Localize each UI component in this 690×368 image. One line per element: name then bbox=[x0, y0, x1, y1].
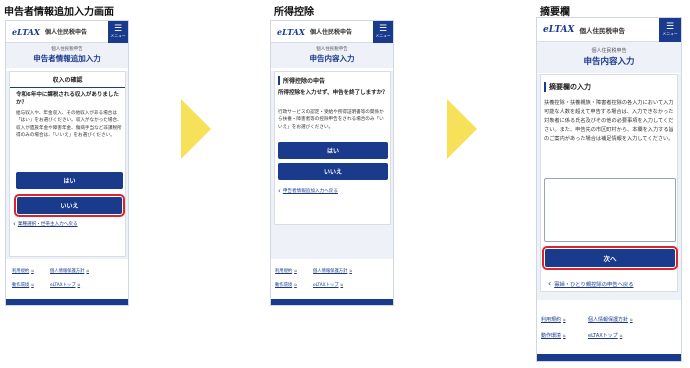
stage: 申告者情報追加入力画面 所得控除 摘要欄 eLTAX 個人住民税申告 ☰ メニュ… bbox=[0, 0, 690, 368]
caption-screen1: 申告者情報追加入力画面 bbox=[4, 7, 114, 18]
hamburger-icon: ☰ bbox=[665, 22, 675, 32]
app-title: 個人住民税申告 bbox=[45, 29, 88, 36]
external-link-icon: ⧉ bbox=[619, 334, 623, 338]
no-button[interactable]: いいえ bbox=[278, 163, 388, 180]
section-title: 所得控除の申告 bbox=[278, 76, 325, 85]
yes-button[interactable]: はい bbox=[278, 142, 388, 159]
footer-link-terms[interactable]: 利用規約 ⧉ bbox=[275, 268, 297, 274]
external-link-icon: ⧉ bbox=[294, 283, 297, 287]
top-bar: eLTAX 個人住民税申告 ☰ メニュー bbox=[6, 21, 128, 43]
caption-screen3: 摘要欄 bbox=[540, 7, 570, 18]
header-subtitle: 個人住民税申告 bbox=[591, 48, 627, 54]
transition-arrow-1 bbox=[181, 99, 211, 159]
next-button[interactable]: 次へ bbox=[542, 246, 678, 270]
header-subtitle: 個人住民税申告 bbox=[51, 47, 83, 52]
menu-label: メニュー bbox=[375, 33, 391, 38]
hamburger-icon: ☰ bbox=[113, 24, 123, 34]
external-link-icon: ⧉ bbox=[31, 283, 34, 287]
top-bar: eLTAX 個人住民税申告 ☰ メニュー bbox=[271, 21, 393, 43]
menu-button[interactable]: ☰ メニュー bbox=[108, 21, 128, 43]
header-subtitle: 個人住民税申告 bbox=[316, 47, 348, 52]
footer-link-environment[interactable]: 動作環境 ⧉ bbox=[275, 282, 297, 288]
back-link[interactable]: ‹ 寡婦・ひとり親控除の申告へ戻る bbox=[548, 279, 634, 288]
footer-link-eltax-top[interactable]: eLTAXトップ ⧉ bbox=[313, 282, 343, 288]
panel-title: 収入の確認 bbox=[10, 72, 125, 88]
transition-arrow-2 bbox=[447, 99, 477, 159]
remarks-panel: 摘要欄の入力 扶養控除・扶養親族・障害者控除の各入力において入力可能な人数を超え… bbox=[540, 74, 678, 292]
section-title: 摘要欄の入力 bbox=[544, 82, 591, 92]
caption-screen2: 所得控除 bbox=[274, 7, 314, 18]
eltax-logo: eLTAX bbox=[277, 26, 305, 37]
back-link-label: 寡婦・ひとり親控除の申告へ戻る bbox=[554, 281, 634, 288]
income-explanation: 給与収入や、年金収入、その他収入がある場合は「はい」をお選びください。収入がなか… bbox=[16, 111, 122, 139]
page-header: 個人住民税申告 申告内容入力 bbox=[271, 43, 393, 68]
external-link-icon: ⧉ bbox=[31, 269, 34, 273]
footer-area bbox=[537, 300, 681, 361]
bottom-bar bbox=[271, 299, 393, 305]
eltax-logo: eLTAX bbox=[12, 26, 40, 37]
menu-label: メニュー bbox=[110, 33, 126, 38]
page-title: 申告者情報追加入力 bbox=[33, 54, 101, 63]
external-link-icon: ⧉ bbox=[563, 318, 566, 322]
yes-button[interactable]: はい bbox=[16, 172, 123, 189]
income-question: 令和6年中に課税される収入がありましたか？ bbox=[16, 92, 119, 106]
page-header: 個人住民税申告 申告内容入力 bbox=[537, 42, 681, 73]
phone-screen-3: eLTAX 個人住民税申告 ☰ メニュー 個人住民税申告 申告内容入力 摘要欄の… bbox=[536, 17, 682, 362]
chevron-left-icon: ‹ bbox=[548, 279, 552, 288]
chevron-left-icon: ‹ bbox=[13, 220, 16, 228]
external-link-icon: ⧉ bbox=[630, 318, 633, 322]
footer-link-environment[interactable]: 動作環境 ⧉ bbox=[12, 282, 34, 288]
footer-link-environment[interactable]: 動作環境 ⧉ bbox=[541, 332, 566, 339]
external-link-icon: ⧉ bbox=[77, 283, 81, 287]
footer-link-privacy[interactable]: 個人情報保護方針 ⧉ bbox=[313, 268, 352, 274]
page-header: 個人住民税申告 申告者情報追加入力 bbox=[6, 43, 128, 68]
back-link[interactable]: ‹ 申告者情報追加入力へ戻る bbox=[278, 187, 338, 195]
phone-screen-2: eLTAX 個人住民税申告 ☰ メニュー 個人住民税申告 申告内容入力 所得控除… bbox=[270, 20, 394, 306]
top-bar: eLTAX 個人住民税申告 ☰ メニュー bbox=[537, 18, 681, 42]
app-title: 個人住民税申告 bbox=[579, 26, 626, 35]
external-link-icon: ⧉ bbox=[340, 283, 344, 287]
external-link-icon: ⧉ bbox=[86, 269, 89, 273]
footer-link-terms[interactable]: 利用規約 ⧉ bbox=[12, 268, 34, 274]
app-title: 個人住民税申告 bbox=[310, 29, 353, 36]
footer-link-eltax-top[interactable]: eLTAXトップ ⧉ bbox=[588, 332, 622, 339]
bottom-bar bbox=[6, 299, 128, 305]
back-link-label: 業種選択・世帯主入力へ戻る bbox=[17, 222, 78, 227]
footer-link-privacy[interactable]: 個人情報保護方針 ⧉ bbox=[50, 268, 89, 274]
menu-button[interactable]: ☰ メニュー bbox=[373, 21, 393, 43]
remarks-explanation: 扶養控除・扶養親族・障害者控除の各入力において入力可能な人数を超えて申告する場合… bbox=[544, 100, 674, 142]
eltax-logo: eLTAX bbox=[543, 24, 575, 35]
chevron-left-icon: ‹ bbox=[278, 187, 281, 195]
income-panel: 収入の確認 令和6年中に課税される収入がありましたか？ 給与収入や、年金収入、そ… bbox=[9, 71, 126, 257]
bottom-bar bbox=[537, 354, 681, 361]
back-link[interactable]: ‹ 業種選択・世帯主入力へ戻る bbox=[13, 220, 78, 228]
footer-link-terms[interactable]: 利用規約 ⧉ bbox=[541, 316, 566, 323]
page-title: 申告内容入力 bbox=[583, 57, 635, 67]
deduction-question: 所得控除を入力せず、申告を終了しますか？ bbox=[278, 90, 388, 96]
remarks-textarea[interactable] bbox=[544, 178, 676, 242]
menu-label: メニュー bbox=[662, 31, 678, 36]
back-link-label: 申告者情報追加入力へ戻る bbox=[282, 189, 338, 194]
no-button[interactable]: いいえ bbox=[14, 194, 125, 217]
menu-button[interactable]: ☰ メニュー bbox=[659, 18, 681, 42]
external-link-icon: ⧉ bbox=[349, 269, 352, 273]
deduction-explanation: 行政サービスの認定・受給や所得証明書等の関係から扶養・障害者等の控除申告をされる… bbox=[278, 110, 384, 130]
deduction-panel: 所得控除の申告 所得控除を入力せず、申告を終了しますか？ 行政サービスの認定・受… bbox=[274, 71, 391, 225]
external-link-icon: ⧉ bbox=[563, 334, 566, 338]
footer-link-eltax-top[interactable]: eLTAXトップ ⧉ bbox=[50, 282, 80, 288]
footer-link-privacy[interactable]: 個人情報保護方針 ⧉ bbox=[588, 316, 633, 323]
hamburger-icon: ☰ bbox=[378, 24, 388, 34]
phone-screen-1: eLTAX 個人住民税申告 ☰ メニュー 個人住民税申告 申告者情報追加入力 収… bbox=[5, 20, 129, 306]
external-link-icon: ⧉ bbox=[294, 269, 297, 273]
page-title: 申告内容入力 bbox=[309, 54, 355, 63]
